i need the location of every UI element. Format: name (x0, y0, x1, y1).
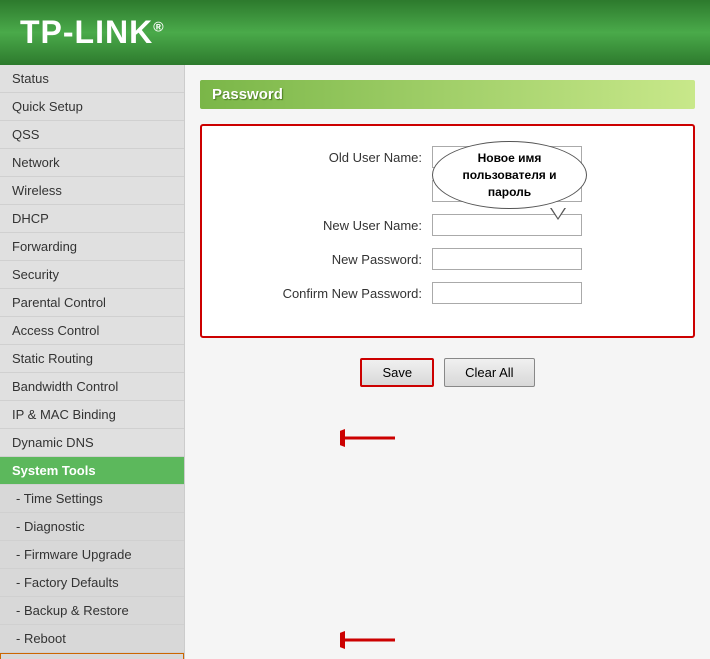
old-username-label: Old User Name: (232, 150, 432, 165)
sidebar-item-forwarding[interactable]: Forwarding (0, 233, 184, 261)
sidebar-item-status[interactable]: Status (0, 65, 184, 93)
arrow-annotation-1 (340, 423, 400, 456)
speech-bubble: Новое имя пользователя и пароль (432, 141, 587, 209)
confirm-password-row: Confirm New Password: (232, 282, 663, 304)
logo: TP-LINK® (20, 14, 165, 51)
form-container: Новое имя пользователя и пароль Old User… (200, 124, 695, 338)
save-button[interactable]: Save (360, 358, 434, 387)
header: TP-LINK® (0, 0, 710, 65)
sidebar-item-quick-setup[interactable]: Quick Setup (0, 93, 184, 121)
sidebar-item-parental-control[interactable]: Parental Control (0, 289, 184, 317)
sidebar-item-bandwidth-control[interactable]: Bandwidth Control (0, 373, 184, 401)
sidebar-item-static-routing[interactable]: Static Routing (0, 345, 184, 373)
confirm-password-input[interactable] (432, 282, 582, 304)
sidebar-item-access-control[interactable]: Access Control (0, 317, 184, 345)
sidebar-item-network[interactable]: Network (0, 149, 184, 177)
sidebar-item-diagnostic[interactable]: - Diagnostic (0, 513, 184, 541)
main-content: Password Новое имя пользователя и пароль… (185, 65, 710, 659)
sidebar-item-factory-defaults[interactable]: - Factory Defaults (0, 569, 184, 597)
page-title-bar: Password (200, 80, 695, 109)
sidebar-item-firmware-upgrade[interactable]: - Firmware Upgrade (0, 541, 184, 569)
new-password-label: New Password: (232, 252, 432, 267)
sidebar: StatusQuick SetupQSSNetworkWirelessDHCPF… (0, 65, 185, 659)
new-password-row: New Password: (232, 248, 663, 270)
new-username-row: New User Name: (232, 214, 663, 236)
sidebar-item-wireless[interactable]: Wireless (0, 177, 184, 205)
sidebar-item-password[interactable]: - Password (0, 653, 184, 659)
sidebar-item-qss[interactable]: QSS (0, 121, 184, 149)
sidebar-item-reboot[interactable]: - Reboot (0, 625, 184, 653)
sidebar-item-security[interactable]: Security (0, 261, 184, 289)
page-title: Password (212, 86, 283, 103)
new-username-label: New User Name: (232, 218, 432, 233)
logo-tm: ® (153, 18, 164, 34)
clear-all-button[interactable]: Clear All (444, 358, 534, 387)
sidebar-item-time-settings[interactable]: - Time Settings (0, 485, 184, 513)
button-row: Save Clear All (200, 358, 695, 387)
sidebar-item-backup-restore[interactable]: - Backup & Restore (0, 597, 184, 625)
new-password-input[interactable] (432, 248, 582, 270)
sidebar-item-ip-mac-binding[interactable]: IP & MAC Binding (0, 401, 184, 429)
confirm-password-label: Confirm New Password: (232, 286, 432, 301)
sidebar-item-dhcp[interactable]: DHCP (0, 205, 184, 233)
sidebar-item-system-tools[interactable]: System Tools (0, 457, 184, 485)
layout: StatusQuick SetupQSSNetworkWirelessDHCPF… (0, 65, 710, 659)
arrow-annotation-2 (340, 625, 400, 658)
sidebar-item-dynamic-dns[interactable]: Dynamic DNS (0, 429, 184, 457)
